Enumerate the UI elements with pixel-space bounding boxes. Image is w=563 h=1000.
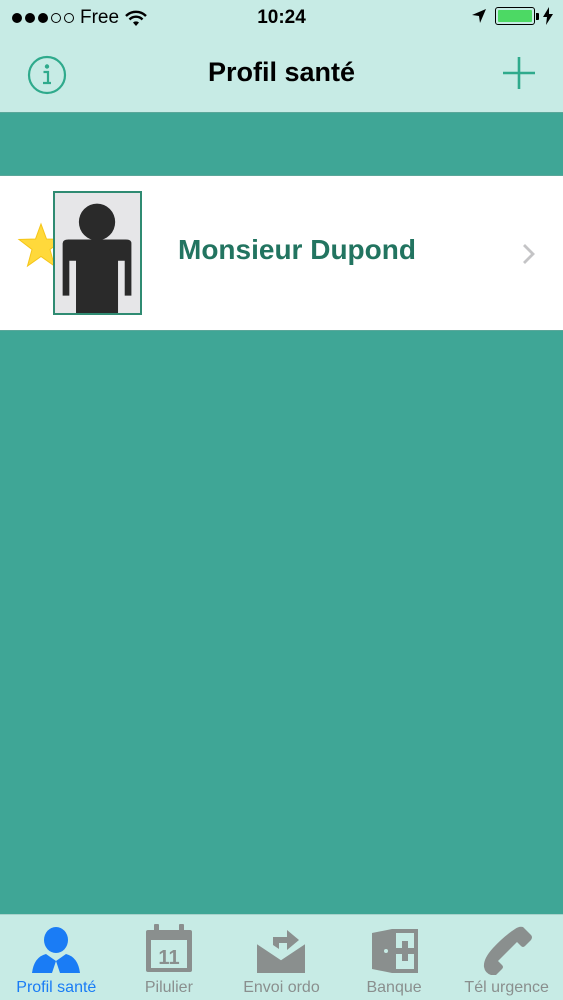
plus-icon[interactable]	[501, 55, 537, 91]
page-title: Profil santé	[207, 57, 356, 87]
header: Free 10:24 Profil santé	[0, 0, 563, 113]
status-right	[471, 7, 553, 25]
tab-label-banque: Banque	[366, 979, 422, 996]
person-icon	[32, 927, 81, 973]
calendar-day: 11	[158, 947, 179, 969]
tab-pilulier[interactable]: 11 Pilulier	[113, 915, 226, 1000]
tab-tel-urgence[interactable]: Tél urgence	[450, 915, 563, 1000]
send-envelope-icon	[256, 930, 307, 973]
tab-profil-sante[interactable]: Profil santé	[0, 915, 113, 1000]
tab-label-profil-sante: Profil santé	[16, 979, 97, 996]
tab-label-tel-urgence: Tél urgence	[464, 979, 549, 996]
avatar	[53, 191, 142, 315]
tab-envoi-ordo[interactable]: Envoi ordo	[225, 915, 338, 1000]
medical-door-icon	[372, 929, 419, 973]
charging-bolt-icon	[543, 7, 553, 25]
status-bar: Free 10:24	[0, 0, 563, 38]
calendar-icon: 11	[145, 924, 192, 972]
content-area	[0, 332, 563, 914]
person-silhouette-icon	[55, 193, 140, 313]
tab-label-pilulier: Pilulier	[144, 979, 193, 996]
section-gap	[0, 114, 563, 174]
tab-bar: Profil santé 11 Pilulier Envoi ordo Banq…	[0, 914, 563, 1000]
profile-row[interactable]: Monsieur Dupond	[0, 175, 563, 331]
chevron-right-icon	[523, 244, 535, 264]
profile-name: Monsieur Dupond	[178, 234, 416, 265]
battery-icon	[495, 7, 539, 25]
location-arrow-icon	[472, 9, 486, 23]
phone-icon	[483, 926, 532, 975]
tab-label-envoi-ordo: Envoi ordo	[243, 979, 320, 996]
tab-banque[interactable]: Banque	[338, 915, 451, 1000]
